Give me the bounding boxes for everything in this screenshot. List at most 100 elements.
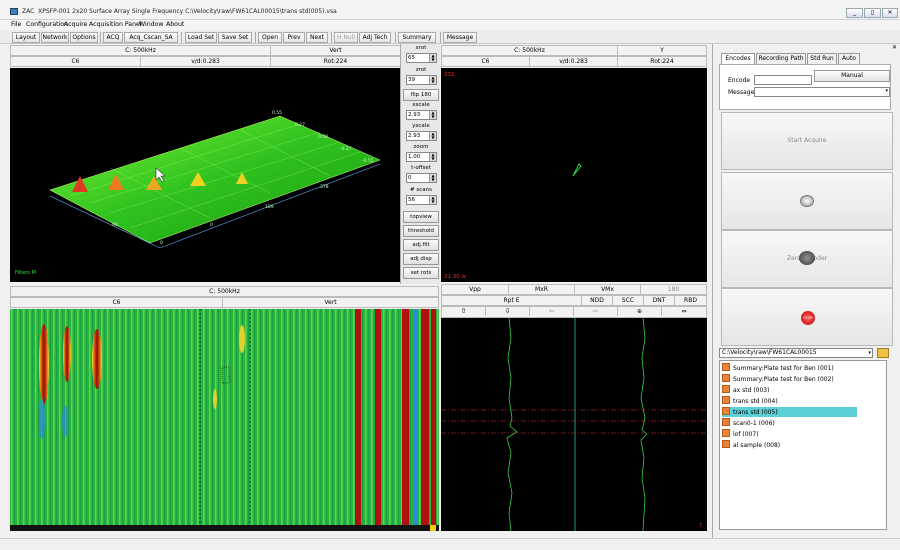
list-item[interactable]: Summary:Plate test for Ben (001): [722, 363, 857, 373]
spin-arrows-icon[interactable]: ▲ ▼: [429, 54, 436, 62]
arrow-right-icon[interactable]: ⇨: [574, 307, 618, 316]
xscale-value: 2.93: [408, 112, 421, 118]
strip-chart[interactable]: 7: [441, 317, 707, 532]
set-rots-button[interactable]: set rots: [403, 267, 439, 279]
toolbar: Layout Network Options ACQ Acq_Cscan_SA …: [0, 30, 900, 44]
options-button[interactable]: Options: [70, 32, 98, 43]
folder-icon[interactable]: [877, 348, 889, 358]
cscan-vert: Vert: [324, 299, 337, 306]
spin-arrows-icon[interactable]: ▲ ▼: [429, 111, 436, 119]
encode-input[interactable]: [754, 75, 812, 85]
strip-nav-row: ⇧ ⇩ ⇦ ⇨ ⊕ ⇔: [441, 306, 707, 318]
save-set-button[interactable]: Save Set: [218, 32, 252, 43]
list-item[interactable]: Summary:Plate test for Ben (002): [722, 374, 857, 384]
spin-arrows-icon[interactable]: ▲ ▼: [429, 174, 436, 182]
menu-window[interactable]: Window: [139, 21, 163, 28]
spin-arrows-icon[interactable]: ▲ ▼: [429, 132, 436, 140]
arrow-left-icon[interactable]: ⇦: [530, 307, 574, 316]
network-button[interactable]: Network: [41, 32, 69, 43]
adj-tech-button[interactable]: Adj Tech: [359, 32, 391, 43]
lissajous-bottom-label: 21.30 w: [444, 274, 466, 280]
spin-arrows-icon[interactable]: ▲ ▼: [429, 153, 436, 161]
panel3d-header-row2: C6 v/d:0.283 Rot:224: [10, 56, 401, 67]
zrot-spinner[interactable]: 39 ▲ ▼: [406, 75, 437, 85]
manual-button[interactable]: Manual: [814, 70, 890, 82]
adj-filt-button[interactable]: adj.filt: [403, 239, 439, 251]
flip-180-button[interactable]: flip 180: [403, 89, 439, 101]
yscale-spinner[interactable]: 2.93 ▲ ▼: [406, 131, 437, 141]
arrow-up-icon[interactable]: ⇧: [442, 307, 486, 316]
list-item[interactable]: trans std (004): [722, 396, 857, 406]
lissajous-header-row2: C6 v/d:0.283 Rot:224: [441, 56, 707, 67]
list-item-selected[interactable]: trans std (005): [722, 407, 857, 417]
menu-acquisition-panel[interactable]: Acquisition Panel: [89, 21, 142, 28]
acq-cscan-sa-button[interactable]: Acq_Cscan_SA: [124, 32, 178, 43]
list-item[interactable]: lof (007): [722, 429, 857, 439]
panel3d-vd: v/d:0.283: [141, 57, 271, 66]
layout-button[interactable]: Layout: [12, 32, 40, 43]
menu-acquire[interactable]: Acquire: [64, 21, 87, 28]
minimize-button[interactable]: _: [846, 8, 863, 18]
panel3d-rot: Rot:224: [323, 58, 348, 65]
toffset-spinner[interactable]: 0 ▲ ▼: [406, 173, 437, 183]
zrot-value: 39: [408, 77, 415, 83]
zoom-in-icon[interactable]: ⊕: [618, 307, 662, 316]
start-acquire-button[interactable]: Start Acquire: [721, 112, 893, 170]
app-icon: [10, 8, 18, 15]
panel3d-header-row1: C: 500kHz Vert: [10, 45, 401, 56]
file-name: ax std (003): [733, 387, 770, 394]
xrot-spinner[interactable]: 65 ▲ ▼: [406, 53, 437, 63]
list-item[interactable]: scan0-1 (006): [722, 418, 857, 428]
chevron-down-icon[interactable]: ▾: [885, 88, 888, 94]
spin-arrows-icon[interactable]: ▲ ▼: [429, 76, 436, 84]
prev-button[interactable]: Prev: [283, 32, 305, 43]
restore-button[interactable]: ▯: [864, 8, 881, 18]
lissajous-plot[interactable]: 231 21.30 w: [441, 68, 707, 282]
zoom-spinner[interactable]: 1.00 ▲ ▼: [406, 152, 437, 162]
menu-file[interactable]: File: [11, 21, 21, 28]
menu-about[interactable]: About: [166, 21, 184, 28]
chevron-down-icon[interactable]: ▾: [868, 349, 871, 357]
cscan-scroll-thumb[interactable]: [430, 525, 436, 531]
expand-icon[interactable]: ⇔: [662, 307, 706, 316]
list-item[interactable]: ax std (003): [722, 385, 857, 395]
threshold-button[interactable]: threshold: [403, 225, 439, 237]
arrow-down-icon[interactable]: ⇩: [486, 307, 530, 316]
xscale-label: xscale: [412, 102, 430, 108]
topview-button[interactable]: topview: [403, 211, 439, 223]
spin-arrows-icon[interactable]: ▲ ▼: [429, 196, 436, 204]
load-set-button[interactable]: Load Set: [185, 32, 217, 43]
summary-button[interactable]: Summary: [398, 32, 436, 43]
message-select[interactable]: ▾: [754, 87, 890, 97]
panel-close-icon[interactable]: ✕: [892, 44, 898, 52]
cscan-band: [402, 309, 409, 525]
list-item[interactable]: al sample (008): [722, 440, 857, 450]
axis-tick-label: -0.55: [362, 158, 374, 164]
path-dropdown[interactable]: C:\Velocity\raw\FW61CAL00015 ▾: [719, 348, 873, 358]
stop-button[interactable]: STOP: [721, 288, 893, 346]
encode-label: Encode: [728, 77, 751, 84]
xscale-spinner[interactable]: 2.93 ▲ ▼: [406, 110, 437, 120]
menu-configuration[interactable]: Configuration: [26, 21, 68, 28]
lissajous-rot: Rot:224: [650, 58, 674, 65]
cscan-indication: [92, 329, 102, 389]
message-button[interactable]: Message: [443, 32, 477, 43]
axis-tick-label: 90: [112, 222, 118, 228]
adj-disp-button[interactable]: adj disp: [403, 253, 439, 265]
cscan-scrollbar[interactable]: [10, 525, 439, 531]
scans-spinner[interactable]: 56 ▲ ▼: [406, 195, 437, 205]
cscan-indication: [213, 389, 217, 409]
cscan-image[interactable]: [10, 309, 439, 531]
record-button[interactable]: [721, 172, 893, 230]
cscan-band: [375, 309, 381, 525]
zero-encoder-button[interactable]: Zero Encoder: [721, 230, 893, 288]
axis-tick-label: 0: [160, 240, 163, 246]
surface-3d-plot[interactable]: 0.55 0.27 0.00 -0.27 -0.55 378 189 0 90 …: [10, 68, 401, 282]
next-button[interactable]: Next: [306, 32, 328, 43]
toolbar-separator: [255, 32, 256, 43]
open-button[interactable]: Open: [258, 32, 282, 43]
close-button[interactable]: ✕: [882, 8, 898, 18]
acq-button[interactable]: ACQ: [103, 32, 123, 43]
h-null-button[interactable]: H Null: [334, 32, 358, 43]
strip-ndd: NDD: [582, 296, 613, 305]
